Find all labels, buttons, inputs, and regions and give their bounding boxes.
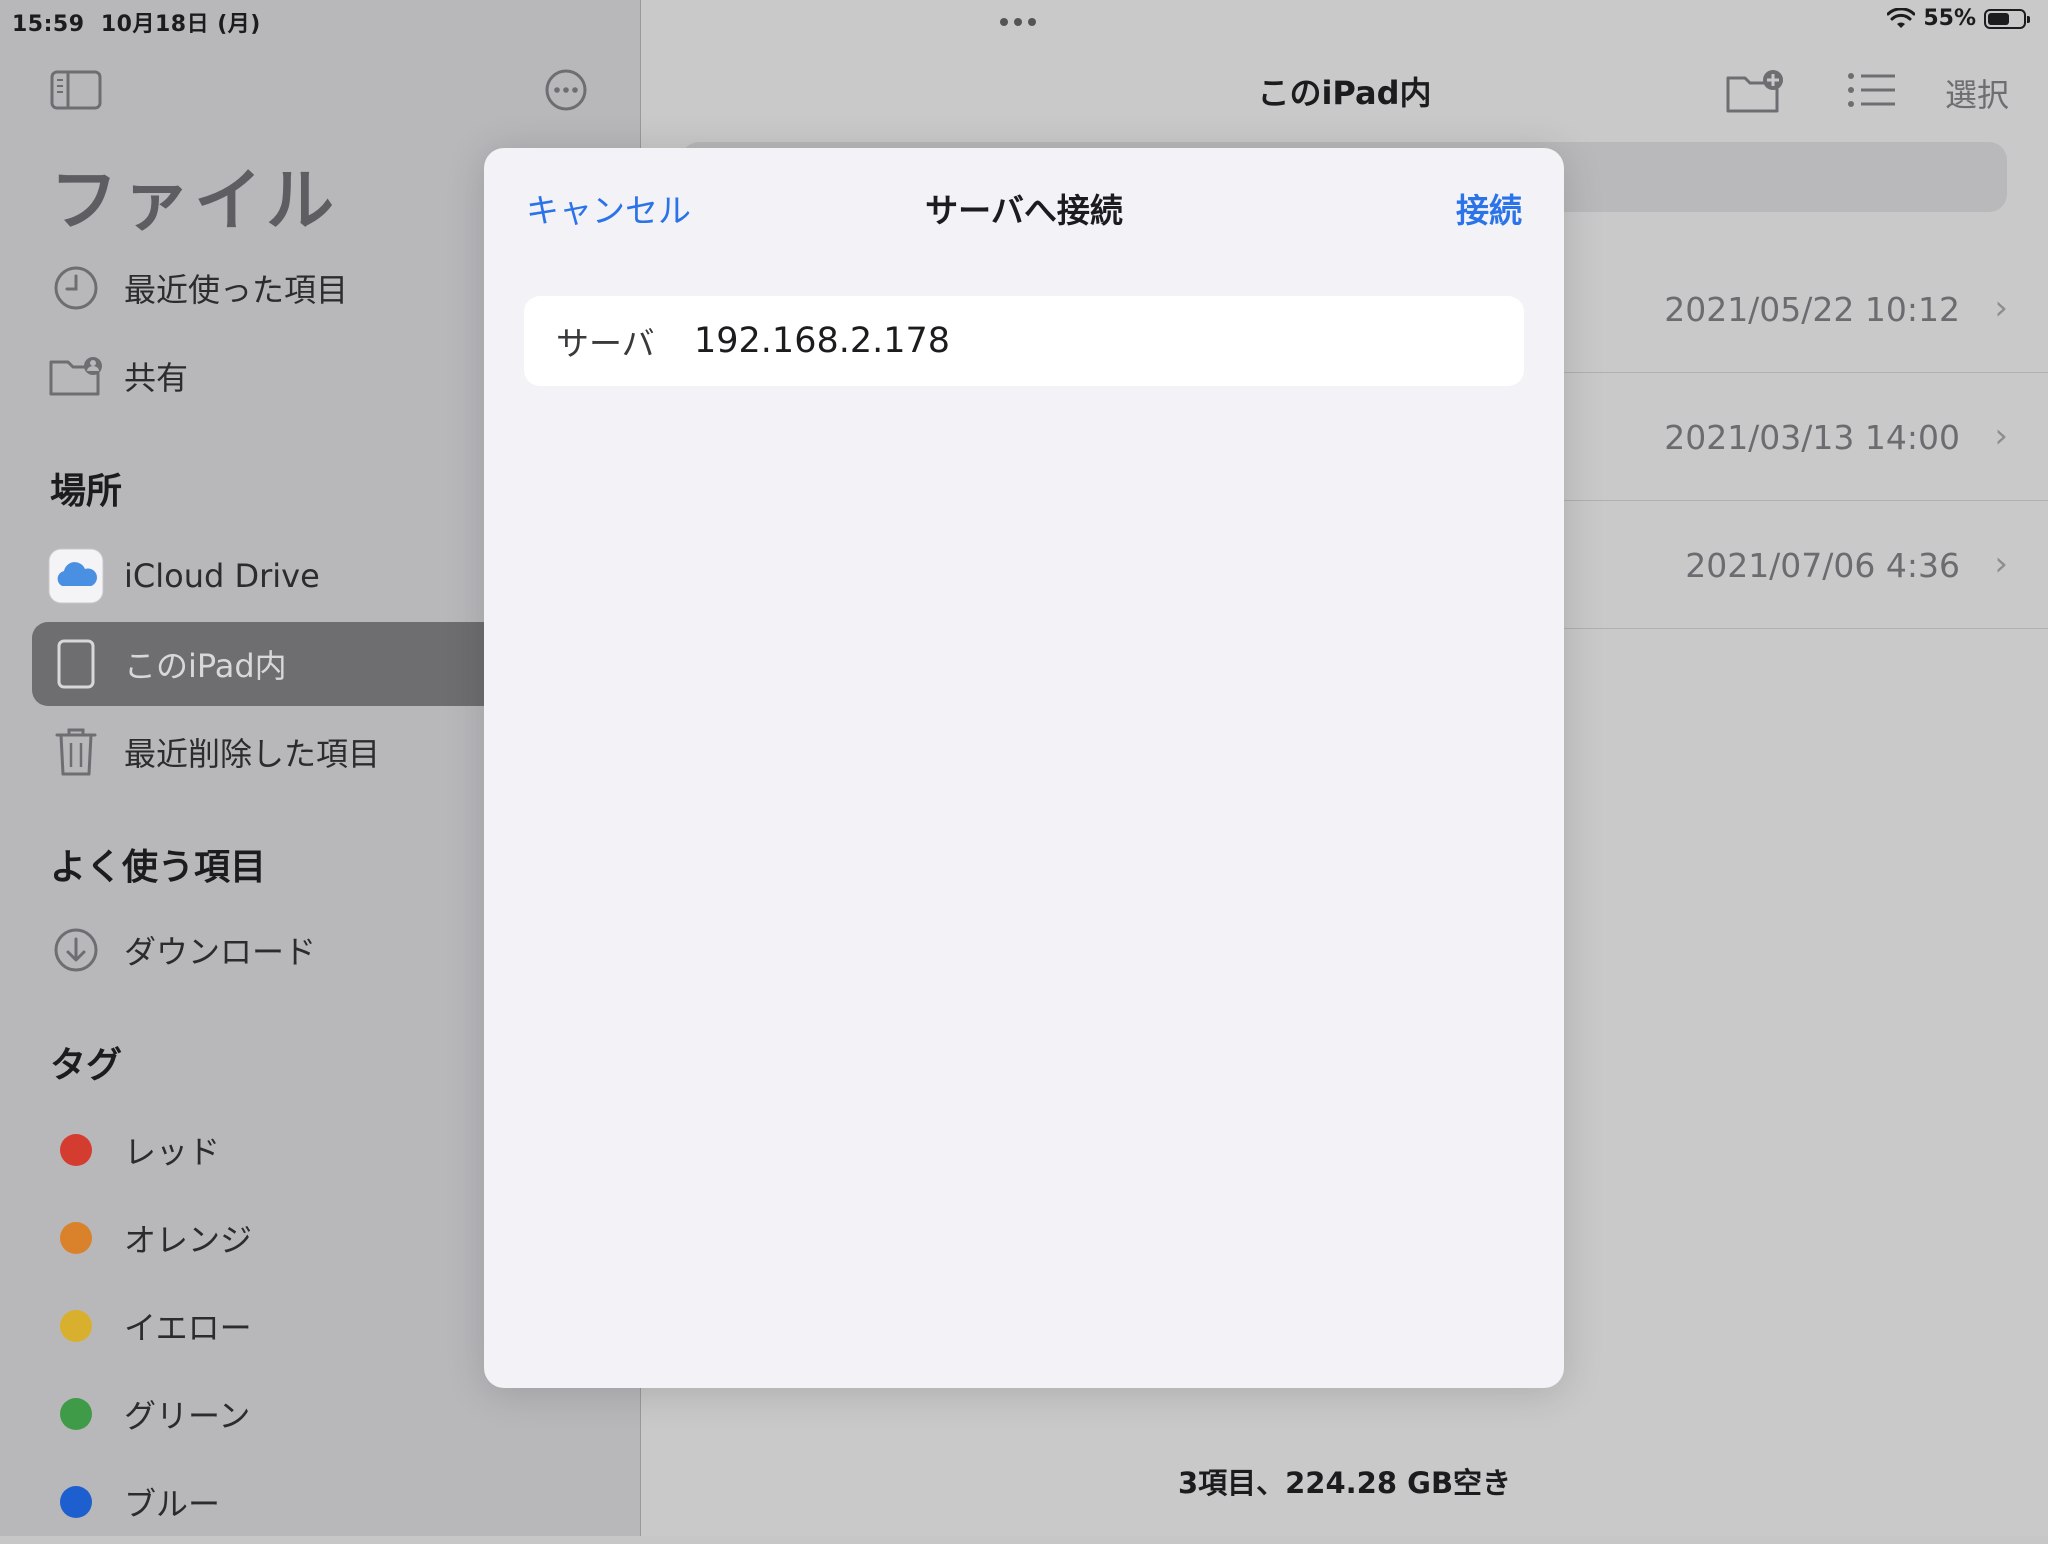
chevron-right-icon: ›: [1994, 288, 2008, 328]
storage-footer: 3項目、224.28 GB空き: [1177, 1466, 1512, 1500]
battery-percent: 55%: [1923, 6, 1976, 31]
tag-label: グリーン: [124, 1397, 251, 1435]
tag-label: ブルー: [124, 1485, 221, 1523]
status-bar: 15:59 10月18日 (月) 55%: [0, 0, 2048, 40]
clock-icon: [54, 266, 98, 310]
sidebar-item-label: iCloud Drive: [124, 557, 320, 595]
sidebar-item-label: 最近削除した項目: [124, 735, 381, 773]
battery-icon: [1984, 8, 2030, 29]
new-folder-icon[interactable]: [1725, 68, 1785, 114]
file-date: 2021/05/22 10:12: [1664, 290, 1960, 329]
shared-folder-icon: [49, 357, 102, 396]
sidebar-item-label: このiPad内: [124, 647, 287, 685]
status-date: 10月18日 (月): [100, 12, 261, 37]
server-field[interactable]: サーバ: [524, 296, 1524, 386]
sidebar-title: ファイル: [50, 162, 339, 241]
sidebar-item-label: 最近使った項目: [124, 271, 349, 309]
cancel-button[interactable]: キャンセル: [526, 184, 691, 232]
more-options-icon[interactable]: [544, 68, 588, 112]
tag-color-dot: [60, 1222, 92, 1254]
section-header-favorites: よく使う項目: [50, 847, 267, 888]
tag-color-dot: [60, 1134, 92, 1166]
tag-label: レッド: [124, 1133, 221, 1171]
tag-color-dot: [60, 1310, 92, 1342]
page-title: このiPad内: [1257, 74, 1432, 112]
multitasking-handle[interactable]: [1000, 18, 1036, 26]
trash-icon: [55, 728, 97, 776]
wifi-icon: [1887, 7, 1916, 28]
chevron-right-icon: ›: [1994, 544, 2008, 584]
tag-color-dot: [60, 1486, 92, 1518]
tag-label: オレンジ: [124, 1221, 253, 1259]
tag-color-dot: [60, 1398, 92, 1430]
sidebar-item-label: 共有: [124, 359, 189, 397]
tag-label: イエロー: [124, 1309, 252, 1347]
sidebar-tag-blue[interactable]: ブルー: [32, 1460, 672, 1544]
status-time: 15:59 10月18日 (月): [12, 12, 261, 37]
section-header-locations: 場所: [50, 471, 123, 512]
file-date: 2021/03/13 14:00: [1664, 418, 1960, 457]
ipad-icon: [57, 639, 95, 689]
connect-to-server-dialog: キャンセル サーバへ接続 接続 サーバ: [484, 148, 1564, 1388]
download-icon: [54, 928, 98, 972]
section-header-tags: タグ: [50, 1045, 123, 1086]
connect-button[interactable]: 接続: [1456, 184, 1522, 232]
select-button[interactable]: 選択: [1945, 70, 2009, 116]
list-view-icon[interactable]: [1847, 72, 1897, 108]
server-address-input[interactable]: [692, 320, 1516, 362]
sidebar-toggle-icon[interactable]: [50, 70, 102, 110]
server-label: サーバ: [556, 324, 655, 363]
icloud-icon: [48, 548, 104, 604]
sidebar-item-label: ダウンロード: [124, 933, 317, 971]
file-date: 2021/07/06 4:36: [1685, 546, 1960, 585]
chevron-right-icon: ›: [1994, 416, 2008, 456]
